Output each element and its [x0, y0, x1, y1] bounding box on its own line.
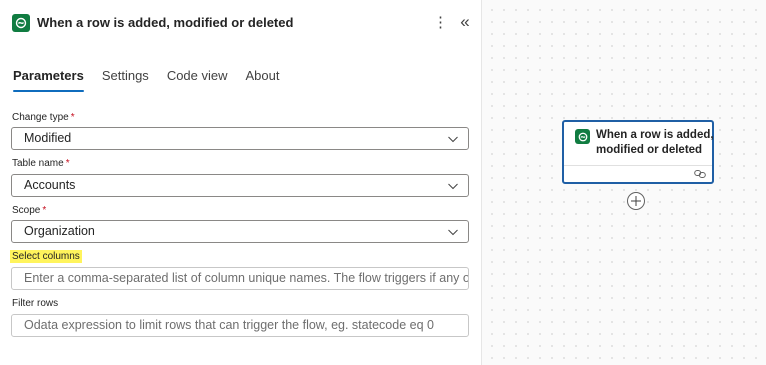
select-columns-input[interactable]: Enter a comma-separated list of column u… [11, 267, 469, 290]
select-columns-placeholder: Enter a comma-separated list of column u… [24, 271, 468, 285]
required-marker: * [70, 112, 75, 123]
dataverse-icon [575, 129, 590, 144]
select-columns-label: Select columns [10, 250, 82, 263]
trigger-card[interactable]: When a row is added, modified or deleted [562, 120, 714, 184]
panel-header: When a row is added, modified or deleted… [0, 0, 482, 48]
table-name-dropdown[interactable]: Accounts [11, 174, 469, 197]
tab-about[interactable]: About [246, 67, 280, 93]
change-type-dropdown[interactable]: Modified [11, 127, 469, 150]
filter-rows-input[interactable]: Odata expression to limit rows that can … [11, 314, 469, 337]
plus-circle-icon[interactable] [627, 192, 645, 210]
change-type-label-text: Change type [12, 112, 69, 123]
tab-bar: Parameters Settings Code view About [13, 67, 298, 93]
link-icon [694, 170, 706, 178]
tab-settings[interactable]: Settings [102, 67, 149, 93]
scope-label: Scope * [12, 205, 46, 216]
card-divider [564, 165, 712, 166]
scope-label-text: Scope [12, 205, 41, 216]
table-name-label: Table name * [12, 158, 70, 169]
required-marker: * [42, 205, 47, 216]
more-options-icon[interactable]: ⋮ [433, 12, 448, 34]
scope-value: Organization [24, 224, 95, 238]
required-marker: * [65, 158, 70, 169]
chevron-down-icon [448, 183, 458, 190]
scope-dropdown[interactable]: Organization [11, 220, 469, 243]
change-type-label: Change type * [12, 112, 75, 123]
collapse-panel-icon[interactable]: « [457, 11, 473, 33]
filter-rows-placeholder: Odata expression to limit rows that can … [24, 318, 434, 332]
trigger-details-panel: When a row is added, modified or deleted… [0, 0, 482, 365]
select-columns-label-text: Select columns [10, 250, 82, 263]
panel-title: When a row is added, modified or deleted [37, 15, 294, 30]
chevron-down-icon [448, 229, 458, 236]
table-name-label-text: Table name [12, 158, 64, 169]
table-name-value: Accounts [24, 178, 76, 192]
filter-rows-label-text: Filter rows [12, 298, 59, 309]
filter-rows-label: Filter rows [12, 298, 58, 309]
change-type-value: Modified [24, 131, 72, 145]
chevron-down-icon [448, 136, 458, 143]
dataverse-icon [12, 14, 30, 32]
trigger-card-title: When a row is added, modified or deleted [596, 129, 714, 156]
tab-parameters[interactable]: Parameters [13, 67, 84, 93]
tab-code-view[interactable]: Code view [167, 67, 228, 93]
